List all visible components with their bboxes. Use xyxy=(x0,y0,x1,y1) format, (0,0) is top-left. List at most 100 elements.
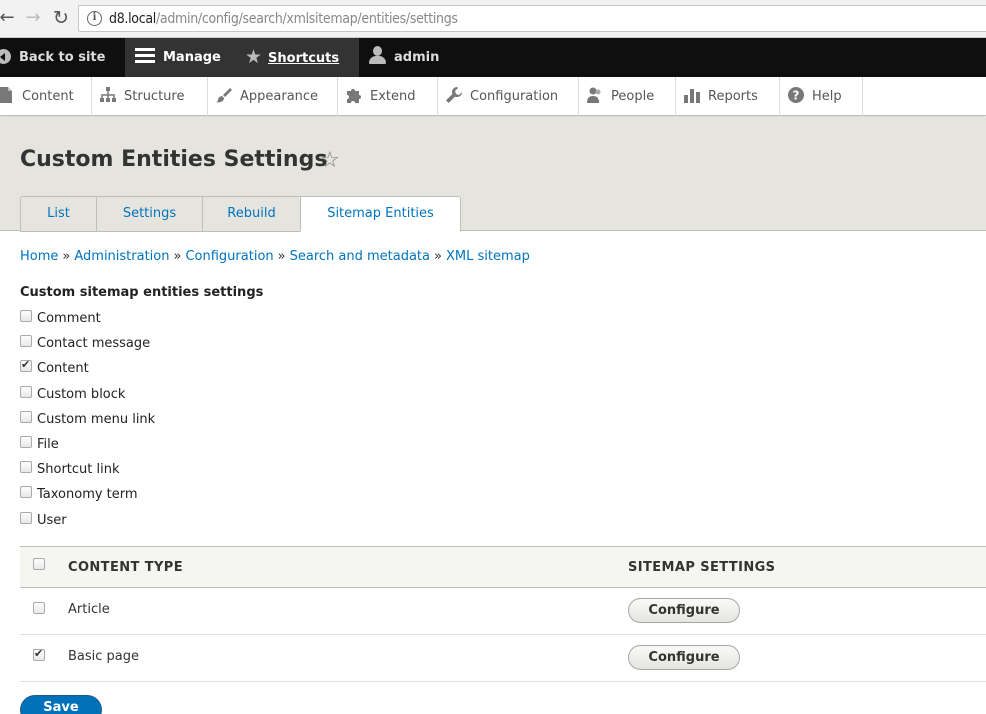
breadcrumb-separator: » xyxy=(62,249,71,264)
browser-forward-icon[interactable]: → xyxy=(22,7,44,29)
entity-checkbox[interactable] xyxy=(20,436,32,448)
entity-option[interactable]: Comment xyxy=(20,310,101,330)
select-all-checkbox[interactable] xyxy=(33,558,45,570)
user-label: admin xyxy=(394,50,440,65)
toolbar-shortcuts-tab[interactable]: ★ Shortcuts xyxy=(235,38,359,77)
entity-option[interactable]: File xyxy=(20,436,59,456)
breadcrumb-home[interactable]: Home xyxy=(20,249,58,264)
row-checkbox-basic-page[interactable] xyxy=(33,647,45,661)
breadcrumb-search-and-metadata[interactable]: Search and metadata xyxy=(290,249,430,264)
entity-checkbox[interactable] xyxy=(20,411,32,423)
url-text: d8.local/admin/config/search/xmlsitemap/… xyxy=(109,11,458,27)
people-icon xyxy=(587,87,603,103)
url-path: /admin/config/search/xmlsitemap/entities… xyxy=(155,11,458,27)
structure-icon xyxy=(100,87,116,103)
entity-checkbox[interactable] xyxy=(20,486,32,498)
tray-item-structure[interactable]: Structure xyxy=(92,77,208,116)
entity-option-label: Custom menu link xyxy=(37,412,156,427)
tab-list[interactable]: List xyxy=(20,196,97,232)
entity-option-label: Comment xyxy=(37,311,101,326)
column-header-content-type: CONTENT TYPE xyxy=(68,560,183,575)
entity-option-label: User xyxy=(37,513,67,528)
entity-checkbox[interactable] xyxy=(20,512,32,524)
entity-checkbox[interactable] xyxy=(20,461,32,473)
entity-checkbox[interactable] xyxy=(20,386,32,398)
table-header: CONTENT TYPE SITEMAP SETTINGS xyxy=(20,546,986,588)
info-icon[interactable]: i xyxy=(87,11,102,26)
breadcrumb-xml-sitemap[interactable]: XML sitemap xyxy=(446,249,530,264)
manage-label: Manage xyxy=(163,50,221,65)
tray-item-reports[interactable]: Reports xyxy=(676,77,780,116)
entities-settings-title: Custom sitemap entities settings xyxy=(20,285,264,300)
tray-item-label: Extend xyxy=(370,89,416,104)
wrench-icon xyxy=(446,86,463,103)
breadcrumb-administration[interactable]: Administration xyxy=(74,249,169,264)
paintbrush-icon xyxy=(216,87,232,103)
back-to-site-label: Back to site xyxy=(19,50,106,65)
tray-item-label: Configuration xyxy=(470,89,559,104)
add-shortcut-star-icon[interactable]: ☆ xyxy=(320,148,340,173)
puzzle-icon xyxy=(346,87,362,103)
help-icon: ? xyxy=(788,87,804,103)
back-to-site-link[interactable]: Back to site xyxy=(0,38,105,77)
content-type-name: Article xyxy=(68,602,110,617)
breadcrumb-separator: » xyxy=(434,249,442,264)
tray-item-help[interactable]: ? Help xyxy=(780,77,863,116)
entity-option[interactable]: Shortcut link xyxy=(20,461,120,481)
admin-toolbar: Back to site Manage ★ Shortcuts admin xyxy=(0,38,986,77)
url-input[interactable]: i d8.local/admin/config/search/xmlsitema… xyxy=(78,5,986,32)
table-row: Article Configure xyxy=(20,588,986,635)
page-header: Custom Entities Settings ☆ List Settings… xyxy=(0,117,986,232)
breadcrumb-separator: » xyxy=(277,249,286,264)
entity-option-label: Custom block xyxy=(37,387,126,402)
svg-text:?: ? xyxy=(793,89,800,103)
entity-option[interactable]: Custom block xyxy=(20,386,125,406)
configure-button[interactable]: Configure xyxy=(628,645,740,670)
configure-button[interactable]: Configure xyxy=(628,598,740,623)
entity-option-label: File xyxy=(37,437,59,452)
entity-checkbox[interactable] xyxy=(20,310,32,322)
row-checkbox-article[interactable] xyxy=(33,602,45,614)
entity-option-label: Content xyxy=(37,361,89,376)
entity-option-label: Contact message xyxy=(37,336,151,351)
tray-item-content[interactable]: Content xyxy=(0,77,92,116)
toolbar-manage-tab[interactable]: Manage xyxy=(125,38,235,77)
browser-back-icon[interactable]: ← xyxy=(0,7,18,29)
file-icon xyxy=(0,87,14,103)
url-host: d8.local xyxy=(109,11,156,27)
star-icon: ★ xyxy=(245,46,263,68)
page-title: Custom Entities Settings xyxy=(20,147,328,172)
entity-option[interactable]: User xyxy=(20,512,67,532)
entity-option-label: Taxonomy term xyxy=(37,487,138,502)
entity-option[interactable]: Taxonomy term xyxy=(20,486,138,506)
table-row: Basic page Configure xyxy=(20,635,986,682)
user-icon xyxy=(368,46,386,64)
admin-menu-tray: Content Structure Appearance Extend Conf… xyxy=(0,77,986,116)
tray-item-label: Structure xyxy=(124,89,185,104)
back-arrow-icon xyxy=(0,49,11,64)
tray-item-label: Appearance xyxy=(240,89,319,104)
entity-option[interactable]: Custom menu link xyxy=(20,411,155,431)
content-type-name: Basic page xyxy=(68,649,140,664)
browser-address-bar: ← → ↻ i d8.local/admin/config/search/xml… xyxy=(0,0,986,38)
tray-item-label: Help xyxy=(812,89,842,104)
shortcuts-label: Shortcuts xyxy=(268,51,340,66)
tray-item-extend[interactable]: Extend xyxy=(338,77,438,116)
tray-item-people[interactable]: People xyxy=(579,77,676,116)
breadcrumb-separator: » xyxy=(173,249,182,264)
tab-rebuild[interactable]: Rebuild xyxy=(202,196,301,232)
entity-checkbox[interactable] xyxy=(20,335,32,347)
browser-reload-icon[interactable]: ↻ xyxy=(50,7,72,29)
save-button[interactable]: Save xyxy=(20,695,102,714)
breadcrumb-configuration[interactable]: Configuration xyxy=(185,249,273,264)
entity-option[interactable]: Contact message xyxy=(20,335,150,355)
tray-item-label: Content xyxy=(22,89,74,104)
tab-settings[interactable]: Settings xyxy=(96,196,203,232)
toolbar-user-tab[interactable]: admin xyxy=(368,38,439,77)
tab-sitemap-entities[interactable]: Sitemap Entities xyxy=(300,196,461,232)
tray-item-configuration[interactable]: Configuration xyxy=(438,77,579,116)
tray-item-appearance[interactable]: Appearance xyxy=(208,77,338,116)
breadcrumb: Home» Administration» Configuration» Search… xyxy=(20,249,530,264)
entity-checkbox[interactable] xyxy=(20,358,32,372)
entity-option[interactable]: Content xyxy=(20,358,89,380)
